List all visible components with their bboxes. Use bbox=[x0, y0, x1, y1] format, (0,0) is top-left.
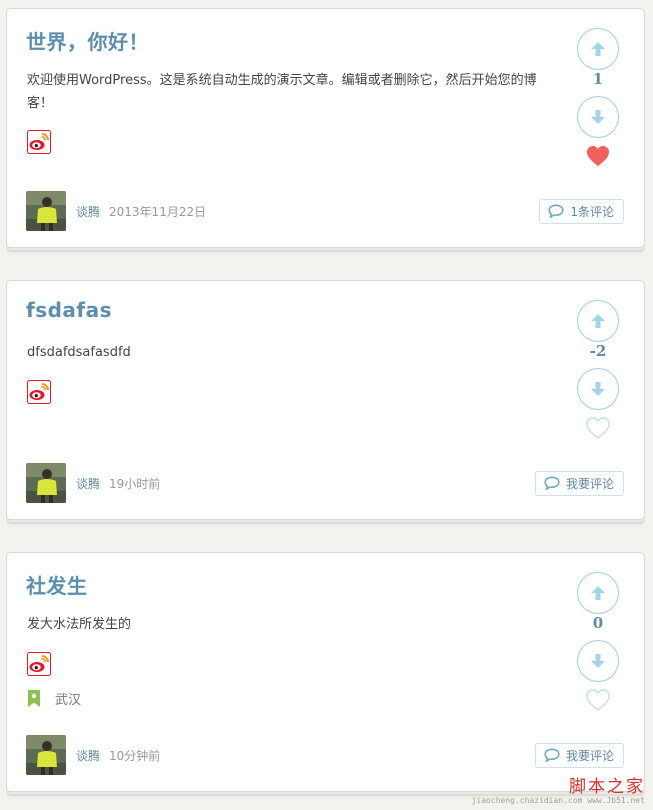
avatar[interactable] bbox=[26, 191, 66, 231]
location-label: 武汉 bbox=[55, 693, 82, 708]
location-pin-icon bbox=[28, 689, 40, 707]
comment-button[interactable]: 我要评论 bbox=[534, 470, 624, 496]
weibo-icon[interactable] bbox=[27, 380, 51, 404]
post-card: fsdafas dfsdafdsafasdfd -2 谈腾 19小时前 我要评论 bbox=[6, 280, 645, 520]
vote-down-button[interactable] bbox=[577, 640, 619, 682]
vote-count: -2 bbox=[589, 342, 607, 360]
vote-down-button[interactable] bbox=[577, 96, 619, 138]
vote-down-button[interactable] bbox=[577, 368, 619, 410]
arrow-up-icon bbox=[591, 42, 605, 56]
post-time: 2013年11月22日 bbox=[109, 204, 207, 219]
watermark-url: jiaocheng.chazidian.com www.Jb51.net bbox=[471, 796, 645, 805]
post-title[interactable]: 世界，你好！ bbox=[26, 26, 149, 55]
author-name[interactable]: 谈腾 bbox=[76, 203, 100, 220]
post-excerpt: dfsdafdsafasdfd bbox=[27, 345, 131, 360]
heart-icon[interactable] bbox=[586, 689, 610, 711]
avatar[interactable] bbox=[26, 463, 66, 503]
vote-up-button[interactable] bbox=[577, 28, 619, 70]
arrow-down-icon bbox=[591, 110, 605, 124]
post-footer: 谈腾 2013年11月22日 1条评论 bbox=[26, 191, 624, 231]
weibo-icon[interactable] bbox=[27, 130, 51, 154]
post-location: 武汉 bbox=[27, 689, 81, 708]
watermark-text: 脚本之家 bbox=[569, 777, 645, 797]
author-name[interactable]: 谈腾 bbox=[76, 475, 100, 492]
post-excerpt: 欢迎使用WordPress。这是系统自动生成的演示文章。编辑或者删除它，然后开始… bbox=[27, 73, 537, 111]
comment-button[interactable]: 1条评论 bbox=[539, 198, 624, 224]
vote-panel: -2 bbox=[544, 281, 644, 451]
arrow-up-icon bbox=[591, 314, 605, 328]
vote-count: 0 bbox=[592, 614, 604, 632]
comment-label: 我要评论 bbox=[565, 748, 614, 763]
comment-label: 我要评论 bbox=[565, 476, 614, 491]
comment-button[interactable]: 我要评论 bbox=[534, 742, 624, 768]
vote-count: 1 bbox=[592, 70, 604, 88]
author-name[interactable]: 谈腾 bbox=[76, 747, 100, 764]
arrow-up-icon bbox=[591, 586, 605, 600]
post-footer: 谈腾 10分钟前 我要评论 bbox=[26, 735, 624, 775]
post-card: 社发生 发大水法所发生的 武汉 0 谈腾 10分钟前 我要评论 bbox=[6, 552, 645, 792]
post-title[interactable]: 社发生 bbox=[26, 570, 88, 599]
vote-up-button[interactable] bbox=[577, 572, 619, 614]
post-title[interactable]: fsdafas bbox=[26, 298, 112, 322]
post-card: 世界，你好！ 欢迎使用WordPress。这是系统自动生成的演示文章。编辑或者删… bbox=[6, 8, 645, 248]
site-watermark: 脚本之家 jiaocheng.chazidian.com www.Jb51.ne… bbox=[472, 778, 645, 806]
vote-panel: 1 bbox=[544, 9, 644, 179]
arrow-down-icon bbox=[591, 382, 605, 396]
vote-panel: 0 bbox=[544, 553, 644, 723]
post-footer: 谈腾 19小时前 我要评论 bbox=[26, 463, 624, 503]
vote-up-button[interactable] bbox=[577, 300, 619, 342]
heart-icon[interactable] bbox=[586, 145, 610, 167]
avatar[interactable] bbox=[26, 735, 66, 775]
weibo-icon[interactable] bbox=[27, 652, 51, 676]
post-excerpt: 发大水法所发生的 bbox=[27, 617, 132, 632]
arrow-down-icon bbox=[591, 654, 605, 668]
post-time: 10分钟前 bbox=[109, 748, 161, 763]
comment-bubble-icon bbox=[544, 476, 560, 490]
comment-bubble-icon bbox=[548, 204, 564, 218]
post-time: 19小时前 bbox=[109, 476, 161, 491]
comment-label: 1条评论 bbox=[570, 204, 614, 219]
comment-bubble-icon bbox=[544, 748, 560, 762]
heart-icon[interactable] bbox=[586, 417, 610, 439]
